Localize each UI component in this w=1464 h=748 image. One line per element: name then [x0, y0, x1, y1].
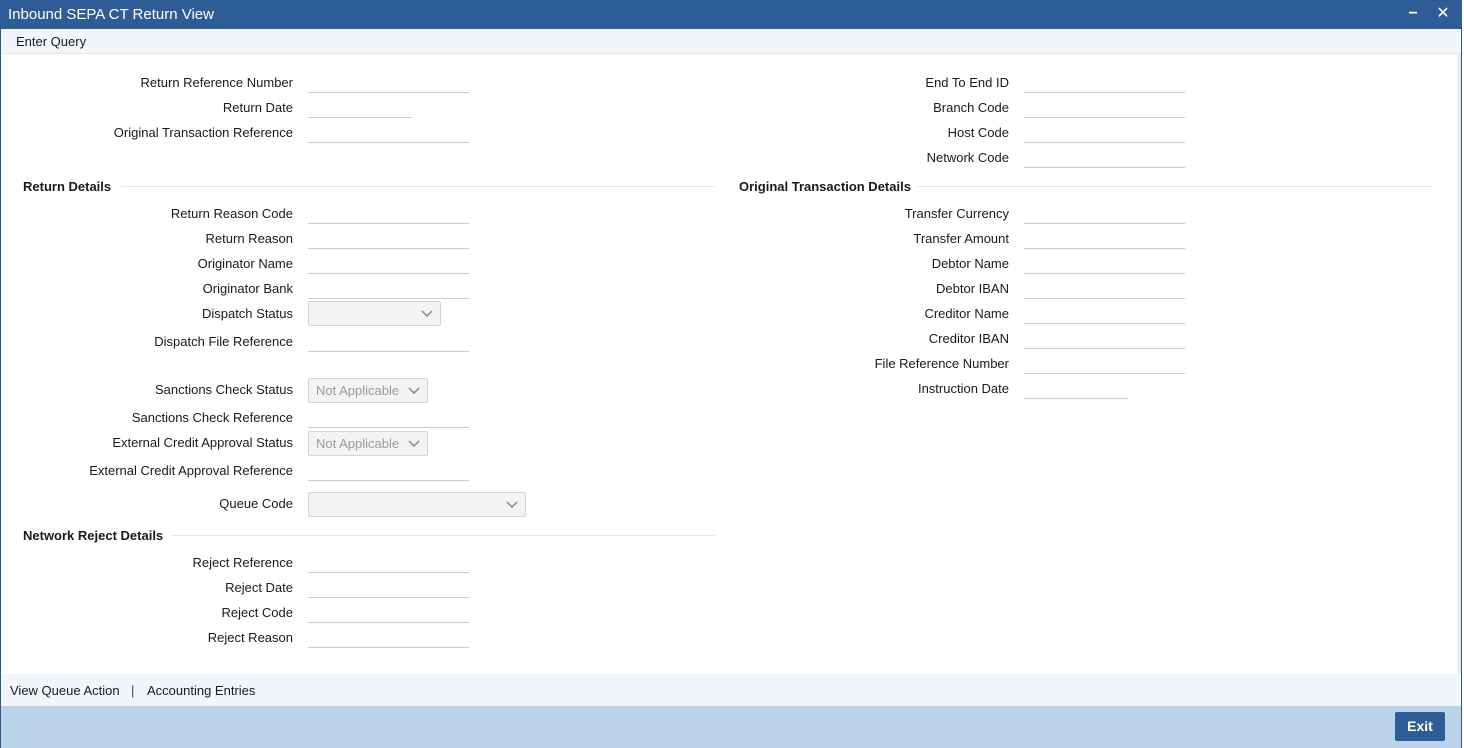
originator-name-label: Originator Name [197, 256, 293, 271]
return-reason-code-label: Return Reason Code [170, 206, 293, 221]
title-bar: Inbound SEPA CT Return View − ✕ [1, 1, 1461, 29]
close-icon[interactable]: ✕ [1433, 4, 1453, 24]
network-code-field[interactable] [1024, 144, 1185, 168]
vertical-scrollbar[interactable] [1458, 54, 1461, 674]
transfer-amount-label: Transfer Amount [913, 231, 1009, 246]
external-credit-approval-status-select[interactable]: Not Applicable [308, 431, 428, 456]
chevron-down-icon [421, 310, 433, 318]
queue-code-label: Queue Code [219, 496, 293, 511]
window-title: Inbound SEPA CT Return View [8, 6, 214, 23]
reject-reference-label: Reject Reference [192, 555, 293, 570]
transfer-currency-field[interactable] [1024, 200, 1185, 224]
original-transaction-reference-field[interactable] [308, 119, 469, 143]
return-reason-code-field[interactable] [308, 200, 469, 224]
debtor-iban-label: Debtor IBAN [936, 281, 1009, 296]
transfer-currency-label: Transfer Currency [904, 206, 1009, 221]
sanctions-check-status-label: Sanctions Check Status [154, 382, 293, 397]
accounting-entries-link[interactable]: Accounting Entries [147, 683, 255, 698]
minimize-icon[interactable]: − [1403, 4, 1423, 24]
return-reference-number-label: Return Reference Number [140, 75, 293, 90]
sanctions-check-reference-label: Sanctions Check Reference [131, 410, 293, 425]
originator-name-field[interactable] [308, 250, 469, 274]
enter-query-menu-item[interactable]: Enter Query [16, 34, 86, 49]
network-code-label: Network Code [926, 150, 1009, 165]
creditor-iban-field[interactable] [1024, 325, 1185, 349]
network-reject-details-divider [171, 535, 715, 536]
footer-separator: | [131, 683, 135, 698]
reject-reason-field[interactable] [308, 624, 469, 648]
branch-code-field[interactable] [1024, 94, 1185, 118]
end-to-end-id-field[interactable] [1024, 69, 1185, 93]
original-transaction-details-divider [917, 186, 1432, 187]
chevron-down-icon [408, 387, 420, 395]
reject-date-label: Reject Date [225, 580, 293, 595]
network-reject-details-section-title: Network Reject Details [23, 528, 164, 543]
return-details-divider [121, 186, 715, 187]
end-to-end-id-label: End To End ID [925, 75, 1009, 90]
instruction-date-label: Instruction Date [917, 381, 1009, 396]
originator-bank-label: Originator Bank [202, 281, 293, 296]
host-code-field[interactable] [1024, 119, 1185, 143]
debtor-name-label: Debtor Name [931, 256, 1009, 271]
reject-code-field[interactable] [308, 599, 469, 623]
external-credit-approval-status-label: External Credit Approval Status [112, 435, 293, 450]
file-reference-number-label: File Reference Number [874, 356, 1009, 371]
chevron-down-icon [408, 440, 420, 448]
reject-reference-field[interactable] [308, 549, 469, 573]
reject-code-label: Reject Code [221, 605, 293, 620]
dispatch-file-reference-label: Dispatch File Reference [154, 334, 293, 349]
return-reason-label: Return Reason [205, 231, 293, 246]
sanctions-check-status-select[interactable]: Not Applicable [308, 378, 428, 403]
queue-code-select[interactable] [308, 492, 526, 517]
dispatch-status-label: Dispatch Status [201, 306, 293, 321]
return-reference-number-field[interactable] [308, 69, 469, 93]
debtor-iban-field[interactable] [1024, 275, 1185, 299]
menu-bar: Enter Query [1, 29, 1461, 54]
external-credit-approval-reference-label: External Credit Approval Reference [89, 463, 293, 478]
branch-code-label: Branch Code [933, 100, 1009, 115]
footer-links-bar: View Queue Action | Accounting Entries [1, 674, 1461, 706]
creditor-iban-label: Creditor IBAN [928, 331, 1009, 346]
creditor-name-label: Creditor Name [924, 306, 1009, 321]
return-date-label: Return Date [222, 100, 293, 115]
inbound-sepa-ct-return-view-window: Inbound SEPA CT Return View − ✕ Enter Qu… [0, 0, 1462, 748]
chevron-down-icon [506, 501, 518, 509]
return-reason-field[interactable] [308, 225, 469, 249]
view-queue-action-link[interactable]: View Queue Action [10, 683, 120, 698]
originator-bank-field[interactable] [308, 275, 469, 299]
host-code-label: Host Code [947, 125, 1009, 140]
return-date-field[interactable] [308, 94, 412, 118]
instruction-date-field[interactable] [1024, 375, 1128, 399]
dispatch-file-reference-field[interactable] [308, 328, 469, 352]
debtor-name-field[interactable] [1024, 250, 1185, 274]
external-credit-approval-status-value: Not Applicable [316, 436, 400, 451]
return-details-section-title: Return Details [23, 179, 112, 194]
dispatch-status-select[interactable] [308, 301, 441, 326]
exit-button[interactable]: Exit [1395, 712, 1445, 741]
reject-reason-label: Reject Reason [207, 630, 293, 645]
reject-date-field[interactable] [308, 574, 469, 598]
original-transaction-reference-label: Original Transaction Reference [113, 125, 293, 140]
footer-action-bar: Exit [1, 706, 1461, 748]
transfer-amount-field[interactable] [1024, 225, 1185, 249]
sanctions-check-reference-field[interactable] [308, 404, 469, 428]
external-credit-approval-reference-field[interactable] [308, 457, 469, 481]
creditor-name-field[interactable] [1024, 300, 1185, 324]
original-transaction-details-section-title: Original Transaction Details [739, 179, 911, 194]
file-reference-number-field[interactable] [1024, 350, 1185, 374]
sanctions-check-status-value: Not Applicable [316, 383, 400, 398]
